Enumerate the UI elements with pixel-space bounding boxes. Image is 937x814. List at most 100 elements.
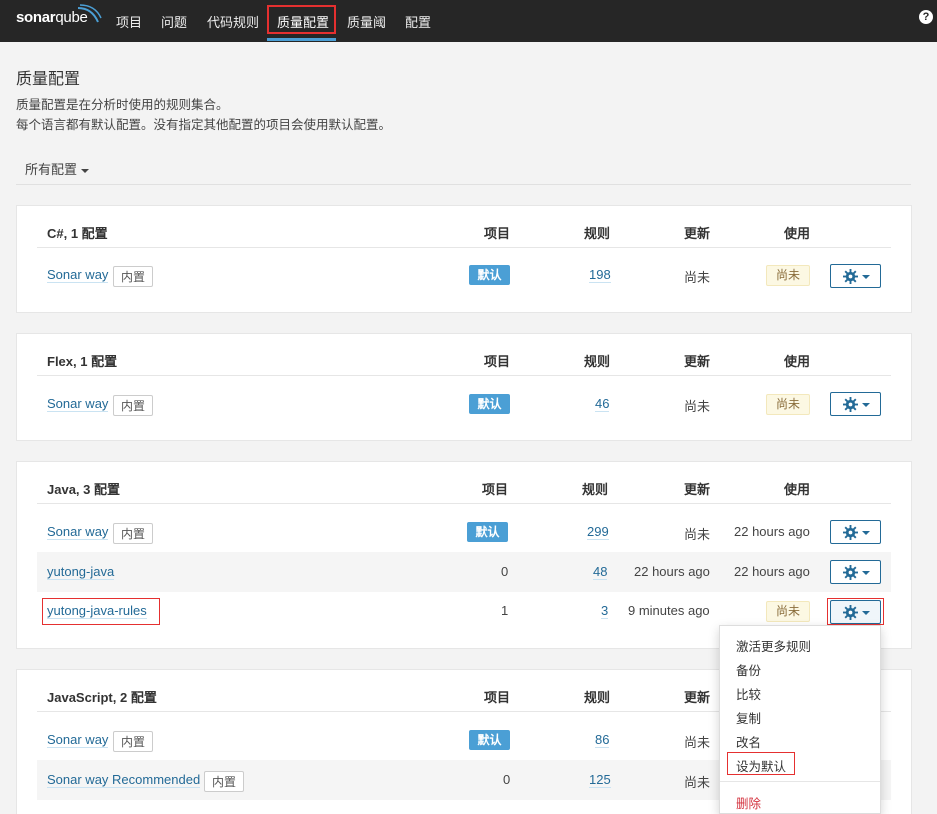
menu-item-activate-more-rules[interactable]: 激活更多规则 bbox=[736, 636, 811, 655]
builtin-tag: 内置 bbox=[113, 731, 154, 752]
menu-item-rename[interactable]: 改名 bbox=[736, 732, 761, 751]
filter-label: 所有配置 bbox=[25, 162, 78, 177]
column-header-rules: 规则 bbox=[584, 690, 611, 705]
language-card-flex: Flex, 1 配置 项目 规则 更新 使用 Sonar way 内置 默认 4… bbox=[16, 333, 912, 441]
column-header-updated: 更新 bbox=[684, 690, 711, 705]
menu-item-compare[interactable]: 比较 bbox=[736, 684, 761, 703]
default-badge: 默认 bbox=[469, 730, 510, 750]
help-icon[interactable]: ? bbox=[919, 10, 933, 24]
menu-item-delete[interactable]: 删除 bbox=[736, 793, 761, 812]
nav-quality-gates[interactable]: 质量阈 bbox=[347, 12, 386, 31]
profile-actions-button[interactable] bbox=[830, 560, 881, 584]
nav-active-underline bbox=[267, 38, 336, 41]
default-badge: 默认 bbox=[469, 394, 510, 414]
builtin-tag: 内置 bbox=[113, 266, 154, 287]
set-default-highlight-box bbox=[727, 752, 795, 775]
profile-actions-menu: 激活更多规则 备份 比较 复制 改名 设为默认 删除 bbox=[719, 625, 881, 814]
builtin-tag: 内置 bbox=[113, 395, 154, 416]
column-header-rules: 规则 bbox=[582, 482, 609, 497]
used-value: 22 hours ago bbox=[734, 564, 810, 579]
profile-link[interactable]: yutong-java bbox=[47, 564, 115, 580]
language-title: Flex, 1 配置 bbox=[47, 354, 118, 369]
profile-link[interactable]: Sonar way Recommended bbox=[47, 772, 201, 788]
updated-value: 尚未 bbox=[684, 735, 711, 750]
language-title: C#, 1 配置 bbox=[47, 226, 108, 241]
gear-icon bbox=[843, 565, 858, 580]
logo-arc-icon bbox=[77, 4, 102, 23]
profile-link[interactable]: Sonar way bbox=[47, 396, 109, 412]
updated-value: 尚未 bbox=[684, 399, 711, 414]
gear-icon bbox=[843, 397, 858, 412]
builtin-tag: 内置 bbox=[204, 771, 245, 792]
column-header-used: 使用 bbox=[784, 226, 811, 241]
updated-value: 尚未 bbox=[684, 527, 711, 542]
projects-count: 0 bbox=[501, 564, 509, 579]
nav-administration[interactable]: 配置 bbox=[405, 12, 431, 31]
projects-count: 1 bbox=[501, 603, 509, 618]
caret-down-icon bbox=[862, 403, 870, 407]
nav-issues[interactable]: 问题 bbox=[161, 12, 187, 31]
rules-count-link[interactable]: 3 bbox=[601, 603, 609, 619]
column-header-projects: 项目 bbox=[484, 354, 511, 369]
column-header-updated: 更新 bbox=[684, 226, 711, 241]
top-navbar: sonarqube 项目 问题 代码规则 质量配置 质量阈 配置 ? bbox=[0, 0, 937, 42]
caret-down-icon bbox=[862, 571, 870, 575]
gear-icon bbox=[843, 269, 858, 284]
updated-value: 22 hours ago bbox=[634, 564, 710, 579]
menu-divider bbox=[720, 781, 880, 782]
caret-down-icon bbox=[862, 275, 870, 279]
language-card-java: Java, 3 配置 项目 规则 更新 使用 Sonar way 内置 默认 2… bbox=[16, 461, 912, 649]
default-badge: 默认 bbox=[467, 522, 508, 542]
language-title: Java, 3 配置 bbox=[47, 482, 120, 497]
profile-actions-button[interactable] bbox=[830, 264, 881, 288]
page-title: 质量配置 bbox=[16, 71, 81, 88]
gear-icon bbox=[843, 525, 858, 540]
default-badge: 默认 bbox=[469, 265, 510, 285]
caret-down-icon bbox=[81, 168, 90, 173]
profiles-filter-dropdown[interactable]: 所有配置 bbox=[25, 159, 90, 178]
header-divider bbox=[37, 503, 891, 504]
language-title: JavaScript, 2 配置 bbox=[47, 690, 157, 705]
column-header-rules: 规则 bbox=[584, 226, 611, 241]
used-never-badge: 尚未 bbox=[766, 265, 810, 286]
nav-active-highlight-box bbox=[267, 5, 336, 34]
updated-value: 尚未 bbox=[684, 775, 711, 790]
header-divider bbox=[37, 375, 891, 376]
profile-link[interactable]: yutong-java-rules bbox=[47, 603, 147, 619]
profile-actions-button[interactable] bbox=[830, 520, 881, 544]
header-divider bbox=[37, 247, 891, 248]
profile-actions-button[interactable] bbox=[830, 392, 881, 416]
rules-count-link[interactable]: 48 bbox=[593, 564, 608, 580]
rules-count-link[interactable]: 86 bbox=[595, 732, 610, 748]
logo-text-sonar: sonar bbox=[16, 9, 56, 26]
column-header-projects: 项目 bbox=[484, 226, 511, 241]
used-value: 22 hours ago bbox=[734, 524, 810, 539]
rules-count-link[interactable]: 125 bbox=[589, 772, 611, 788]
projects-count: 0 bbox=[503, 772, 511, 787]
nav-projects[interactable]: 项目 bbox=[116, 12, 142, 31]
menu-item-copy[interactable]: 复制 bbox=[736, 708, 761, 727]
column-header-used: 使用 bbox=[784, 354, 811, 369]
column-header-rules: 规则 bbox=[584, 354, 611, 369]
used-never-badge: 尚未 bbox=[766, 601, 810, 622]
column-header-updated: 更新 bbox=[684, 354, 711, 369]
language-card-csharp: C#, 1 配置 项目 规则 更新 使用 Sonar way 内置 默认 198… bbox=[16, 205, 912, 313]
updated-value: 9 minutes ago bbox=[628, 603, 710, 618]
profile-link[interactable]: Sonar way bbox=[47, 732, 109, 748]
rules-count-link[interactable]: 299 bbox=[587, 524, 609, 540]
filter-divider bbox=[16, 184, 911, 185]
column-header-used: 使用 bbox=[784, 482, 811, 497]
actions-button-highlight-box bbox=[827, 598, 884, 625]
page-description-line-2: 每个语言都有默认配置。没有指定其他配置的项目会使用默认配置。 bbox=[16, 118, 392, 132]
rules-count-link[interactable]: 198 bbox=[589, 267, 611, 283]
menu-item-backup[interactable]: 备份 bbox=[736, 660, 761, 679]
column-header-projects: 项目 bbox=[482, 482, 509, 497]
caret-down-icon bbox=[862, 531, 870, 535]
profile-link[interactable]: Sonar way bbox=[47, 524, 109, 540]
used-never-badge: 尚未 bbox=[766, 394, 810, 415]
profile-link[interactable]: Sonar way bbox=[47, 267, 109, 283]
updated-value: 尚未 bbox=[684, 270, 711, 285]
nav-rules[interactable]: 代码规则 bbox=[207, 12, 259, 31]
rules-count-link[interactable]: 46 bbox=[595, 396, 610, 412]
column-header-projects: 项目 bbox=[484, 690, 511, 705]
